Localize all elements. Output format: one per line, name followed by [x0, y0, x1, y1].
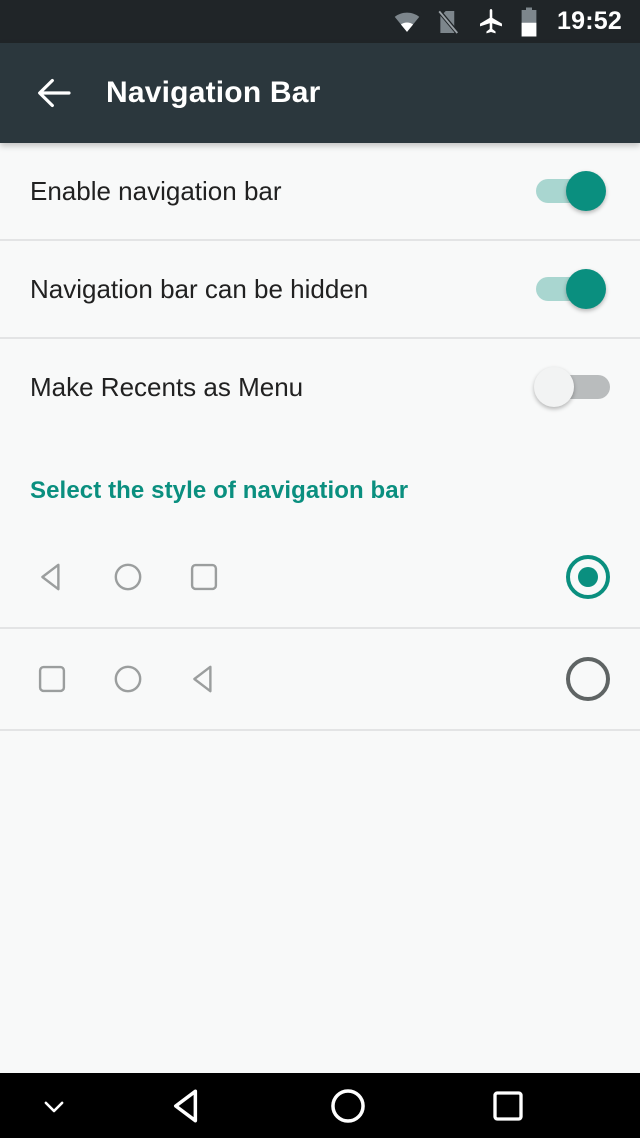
switch-thumb [566, 269, 606, 309]
sim-card-off-icon [435, 8, 463, 36]
switch-thumb [534, 367, 574, 407]
wifi-icon [393, 8, 421, 36]
switch-enable-navigation-bar[interactable] [530, 168, 610, 214]
pref-label: Make Recents as Menu [30, 371, 304, 402]
app-bar: Navigation Bar [0, 43, 640, 143]
section-header-navigation-bar-style: Select the style of navigation bar [30, 477, 409, 504]
style-option-back-home-recents[interactable] [0, 527, 640, 627]
style-icon-group [30, 555, 566, 599]
pref-row-navigation-bar-can-be-hidden[interactable]: Navigation bar can be hidden [0, 241, 640, 337]
back-icon[interactable] [108, 1073, 268, 1138]
home-icon[interactable] [268, 1073, 428, 1138]
battery-icon [519, 7, 539, 37]
phone-screen: 19:52 Navigation Bar Enable navigation b… [0, 0, 640, 1138]
status-bar: 19:52 [0, 0, 640, 43]
pref-label: Navigation bar can be hidden [30, 273, 369, 304]
home-icon [106, 555, 150, 599]
radio-style-recents-home-back[interactable] [566, 657, 610, 701]
page-title: Navigation Bar [106, 76, 321, 109]
style-option-recents-home-back[interactable] [0, 629, 640, 729]
pref-row-make-recents-as-menu[interactable]: Make Recents as Menu [0, 339, 640, 435]
back-icon [182, 657, 226, 701]
back-icon [30, 555, 74, 599]
settings-content: Enable navigation bar Navigation bar can… [0, 143, 640, 1073]
switch-thumb [566, 171, 606, 211]
divider [0, 729, 640, 731]
ime-hide-icon[interactable] [0, 1073, 108, 1138]
recents-icon [30, 657, 74, 701]
home-icon [106, 657, 150, 701]
switch-navigation-bar-can-be-hidden[interactable] [530, 266, 610, 312]
recents-icon [182, 555, 226, 599]
airplane-mode-icon [477, 8, 505, 36]
radio-dot [578, 567, 598, 587]
pref-row-enable-navigation-bar[interactable]: Enable navigation bar [0, 143, 640, 239]
status-bar-clock: 19:52 [557, 7, 622, 35]
radio-style-back-home-recents[interactable] [566, 555, 610, 599]
system-navigation-bar [0, 1073, 640, 1138]
style-icon-group [30, 657, 566, 701]
back-navigation-button[interactable] [26, 65, 82, 121]
switch-make-recents-as-menu[interactable] [530, 364, 610, 410]
pref-label: Enable navigation bar [30, 175, 282, 206]
recents-icon[interactable] [428, 1073, 588, 1138]
